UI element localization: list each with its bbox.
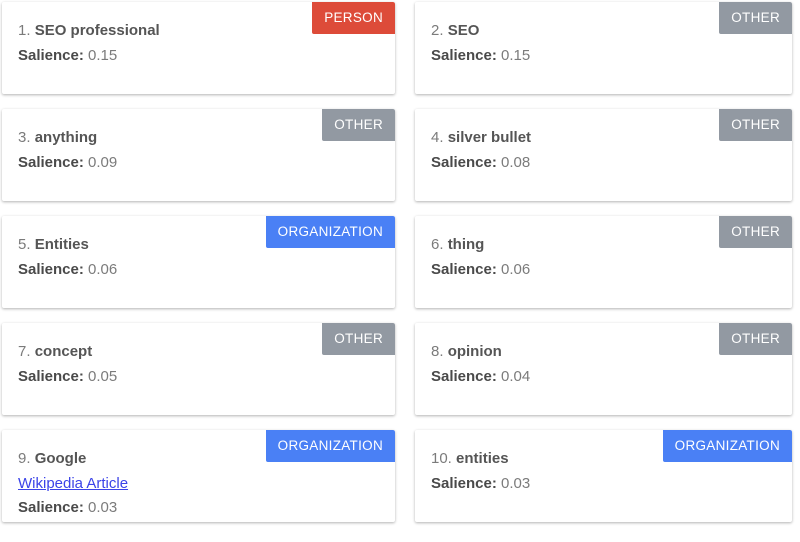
salience-line: Salience: 0.03 xyxy=(18,497,379,519)
entity-type-badge: PERSON xyxy=(312,2,395,34)
entity-index: 2. xyxy=(431,22,444,39)
entity-type-badge: ORGANIZATION xyxy=(663,430,792,462)
entity-card[interactable]: OTHER 4. silver bullet Salience: 0.08 xyxy=(415,109,792,201)
entity-card[interactable]: ORGANIZATION 5. Entities Salience: 0.06 xyxy=(2,216,395,308)
entity-name: Entities xyxy=(35,236,89,253)
entity-name: SEO professional xyxy=(35,22,160,39)
salience-value: 0.06 xyxy=(501,261,530,278)
entity-index: 1. xyxy=(18,22,31,39)
entity-card[interactable]: OTHER 2. SEO Salience: 0.15 xyxy=(415,2,792,94)
entity-type-badge: OTHER xyxy=(719,216,792,248)
wikipedia-article-link[interactable]: Wikipedia Article xyxy=(18,473,128,495)
salience-label: Salience: xyxy=(18,499,84,516)
entity-card[interactable]: OTHER 6. thing Salience: 0.06 xyxy=(415,216,792,308)
salience-line: Salience: 0.09 xyxy=(18,152,379,174)
entity-name: entities xyxy=(456,450,509,467)
entity-results-grid: PERSON1. SEO professionalSalience: 0.15O… xyxy=(0,0,800,522)
entity-card[interactable]: OTHER 3. anything Salience: 0.09 xyxy=(2,109,395,201)
salience-value: 0.03 xyxy=(501,475,530,492)
entity-name: thing xyxy=(448,236,485,253)
salience-line: Salience: 0.08 xyxy=(431,152,776,174)
salience-label: Salience: xyxy=(431,475,497,492)
salience-label: Salience: xyxy=(431,368,497,385)
entity-index: 3. xyxy=(18,129,31,146)
salience-label: Salience: xyxy=(18,47,84,64)
salience-line: Salience: 0.15 xyxy=(18,45,379,67)
entity-index: 6. xyxy=(431,236,444,253)
salience-label: Salience: xyxy=(431,154,497,171)
entity-index: 7. xyxy=(18,343,31,360)
entity-index: 8. xyxy=(431,343,444,360)
salience-line: Salience: 0.15 xyxy=(431,45,776,67)
entity-type-badge: ORGANIZATION xyxy=(266,430,395,462)
entity-type-badge: OTHER xyxy=(719,109,792,141)
entity-index: 4. xyxy=(431,129,444,146)
entity-card[interactable]: PERSON 1. SEO professional Salience: 0.15 xyxy=(2,2,395,94)
salience-value: 0.15 xyxy=(88,47,117,64)
salience-label: Salience: xyxy=(431,47,497,64)
entity-index: 5. xyxy=(18,236,31,253)
entity-card[interactable]: ORGANIZATION9. GoogleWikipedia ArticleSa… xyxy=(2,430,395,522)
entity-type-badge: OTHER xyxy=(719,2,792,34)
salience-label: Salience: xyxy=(431,261,497,278)
salience-label: Salience: xyxy=(18,154,84,171)
entity-card[interactable]: ORGANIZATION 10. entities Salience: 0.03 xyxy=(415,430,792,522)
entity-type-badge: OTHER xyxy=(322,109,395,141)
salience-value: 0.06 xyxy=(88,261,117,278)
entity-card[interactable]: OTHER 7. concept Salience: 0.05 xyxy=(2,323,395,415)
salience-line: Salience: 0.04 xyxy=(431,366,776,388)
entity-index: 10. xyxy=(431,450,452,467)
salience-value: 0.08 xyxy=(501,154,530,171)
entity-name: anything xyxy=(35,129,98,146)
salience-line: Salience: 0.03 xyxy=(431,473,776,495)
salience-label: Salience: xyxy=(18,368,84,385)
entity-name: opinion xyxy=(448,343,502,360)
entity-name: SEO xyxy=(448,22,480,39)
salience-value: 0.09 xyxy=(88,154,117,171)
salience-line: Salience: 0.06 xyxy=(18,259,379,281)
entity-index: 9. xyxy=(18,450,31,467)
entity-name: concept xyxy=(35,343,93,360)
salience-value: 0.05 xyxy=(88,368,117,385)
salience-value: 0.15 xyxy=(501,47,530,64)
entity-card[interactable]: OTHER 8. opinion Salience: 0.04 xyxy=(415,323,792,415)
entity-type-badge: OTHER xyxy=(719,323,792,355)
entity-name: silver bullet xyxy=(448,129,531,146)
entity-name: Google xyxy=(35,450,87,467)
salience-value: 0.03 xyxy=(88,499,117,516)
salience-line: Salience: 0.06 xyxy=(431,259,776,281)
entity-type-badge: OTHER xyxy=(322,323,395,355)
salience-label: Salience: xyxy=(18,261,84,278)
entity-type-badge: ORGANIZATION xyxy=(266,216,395,248)
salience-line: Salience: 0.05 xyxy=(18,366,379,388)
salience-value: 0.04 xyxy=(501,368,530,385)
